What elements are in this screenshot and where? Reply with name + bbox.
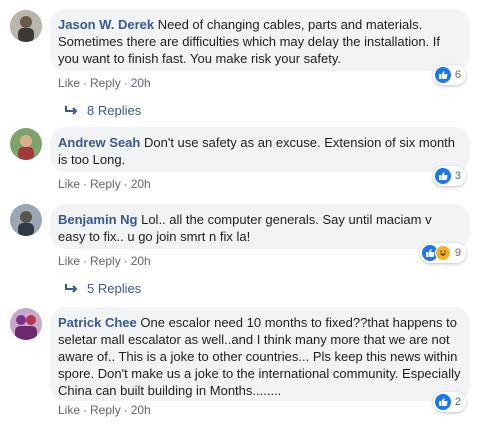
reaction-summary[interactable]: 2 [432, 392, 466, 412]
reply-link[interactable]: Reply [90, 403, 121, 417]
replies-label: 5 Replies [87, 281, 142, 296]
comment-actions: Like · Reply · 20h [58, 177, 151, 191]
thumbs-up-icon [434, 168, 451, 184]
commenter-name[interactable]: Andrew Seah [58, 135, 140, 150]
like-link[interactable]: Like [58, 76, 80, 90]
avatar-photo [10, 128, 42, 160]
reaction-count: 2 [454, 396, 461, 408]
like-link[interactable]: Like [58, 403, 80, 417]
avatar-photo [10, 204, 42, 236]
reply-arrow-icon [65, 105, 78, 115]
commenter-name[interactable]: Benjamin Ng [58, 212, 137, 227]
view-replies-link[interactable]: 5 Replies [64, 281, 141, 296]
thumbs-up-icon [434, 394, 451, 410]
timestamp[interactable]: 20h [131, 76, 151, 90]
thumbs-up-icon [434, 67, 451, 83]
timestamp[interactable]: 20h [131, 177, 151, 191]
reaction-count: 9 [454, 247, 461, 259]
avatar[interactable] [10, 204, 42, 236]
like-link[interactable]: Like [58, 177, 80, 191]
timestamp[interactable]: 20h [131, 403, 151, 417]
comment-bubble: Andrew Seah Don't use safety as an excus… [50, 127, 470, 172]
timestamp[interactable]: 20h [131, 254, 151, 268]
reply-arrow-icon [65, 283, 78, 293]
comment-bubble: Benjamin Ng Lol.. all the computer gener… [50, 204, 470, 249]
replies-label: 8 Replies [87, 103, 142, 118]
haha-icon [434, 245, 451, 261]
commenter-name[interactable]: Patrick Chee [58, 315, 137, 330]
reaction-summary[interactable]: 9 [419, 243, 466, 263]
reaction-summary[interactable]: 6 [432, 65, 466, 85]
comment-bubble: Patrick Chee One escalor need 10 months … [50, 307, 470, 401]
reaction-count: 3 [454, 170, 461, 182]
view-replies-link[interactable]: 8 Replies [64, 103, 141, 118]
reaction-count: 6 [454, 69, 461, 81]
comment-actions: Like · Reply · 20h [58, 254, 151, 268]
reply-link[interactable]: Reply [90, 254, 121, 268]
comment-bubble: Jason W. Derek Need of changing cables, … [50, 9, 470, 71]
comment-actions: Like · Reply · 20h [58, 403, 151, 417]
reply-link[interactable]: Reply [90, 76, 121, 90]
avatar-photo [10, 308, 42, 340]
reaction-summary[interactable]: 3 [432, 166, 466, 186]
reply-link[interactable]: Reply [90, 177, 121, 191]
avatar-photo [10, 10, 42, 42]
comment-actions: Like · Reply · 20h [58, 76, 151, 90]
like-link[interactable]: Like [58, 254, 80, 268]
avatar[interactable] [10, 308, 42, 340]
avatar[interactable] [10, 10, 42, 42]
commenter-name[interactable]: Jason W. Derek [58, 17, 154, 32]
avatar[interactable] [10, 128, 42, 160]
